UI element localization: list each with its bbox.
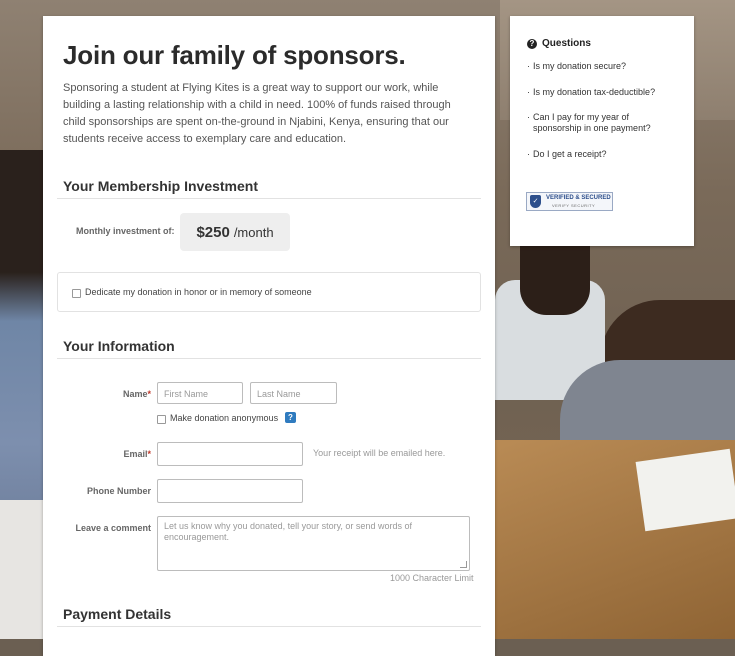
verified-secured-seal[interactable]: ✓ VERIFIED & SECURED VERIFY SECURITY bbox=[526, 192, 613, 211]
dedicate-checkbox[interactable] bbox=[72, 289, 81, 298]
question-icon: ? bbox=[527, 38, 537, 49]
divider bbox=[57, 198, 481, 199]
dedicate-panel: Dedicate my donation in honor or in memo… bbox=[57, 272, 481, 312]
faq-link[interactable]: · Do I get a receipt? bbox=[527, 149, 677, 160]
seal-subtitle: VERIFY SECURITY bbox=[552, 203, 596, 208]
payment-details-heading: Payment Details bbox=[63, 606, 172, 622]
anonymous-checkbox[interactable] bbox=[157, 415, 166, 424]
character-limit: 1000 Character Limit bbox=[390, 573, 474, 583]
help-icon[interactable]: ? bbox=[285, 412, 296, 423]
intro-text: Sponsoring a student at Flying Kites is … bbox=[63, 82, 451, 145]
first-name-input[interactable]: First Name bbox=[157, 382, 243, 404]
comment-textarea[interactable]: Let us know why you donated, tell your s… bbox=[157, 516, 470, 571]
your-information-heading: Your Information bbox=[63, 338, 175, 354]
divider bbox=[57, 358, 481, 359]
phone-input[interactable] bbox=[157, 479, 303, 503]
dedicate-label[interactable]: Dedicate my donation in honor or in memo… bbox=[85, 287, 312, 297]
investment-amount-selector[interactable]: $250 /month bbox=[180, 213, 290, 251]
shield-icon: ✓ bbox=[530, 195, 541, 208]
anonymous-label[interactable]: Make donation anonymous bbox=[170, 413, 278, 423]
last-name-input[interactable]: Last Name bbox=[250, 382, 337, 404]
name-label: Name* bbox=[122, 389, 151, 399]
faq-link[interactable]: · Can I pay for my year of sponsorship in… bbox=[527, 112, 657, 134]
questions-heading: ? Questions bbox=[527, 38, 591, 49]
comment-placeholder: Let us know why you donated, tell your s… bbox=[164, 521, 412, 542]
email-hint: Your receipt will be emailed here. bbox=[313, 448, 446, 458]
faq-link[interactable]: · Is my donation secure? bbox=[527, 61, 677, 72]
questions-sidebar: ? Questions · Is my donation secure? · Is … bbox=[510, 16, 694, 246]
comment-label: Leave a comment bbox=[75, 523, 151, 533]
page-title: Join our family of sponsors. bbox=[63, 40, 406, 70]
email-input[interactable] bbox=[157, 442, 303, 466]
resize-handle[interactable] bbox=[460, 561, 467, 568]
faq-link[interactable]: · Is my donation tax-deductible? bbox=[527, 87, 677, 98]
amount-value: $250 bbox=[196, 223, 230, 241]
amount-period: /month bbox=[233, 224, 274, 240]
email-label: Email* bbox=[123, 449, 151, 459]
phone-label: Phone Number bbox=[86, 486, 151, 496]
sponsor-form-card: Join our family of sponsors. Sponsoring … bbox=[43, 16, 495, 656]
monthly-investment-label: Monthly investment of: bbox=[76, 226, 175, 236]
seal-title: VERIFIED & SECURED bbox=[546, 195, 611, 201]
membership-heading: Your Membership Investment bbox=[63, 178, 259, 194]
divider bbox=[57, 626, 481, 627]
